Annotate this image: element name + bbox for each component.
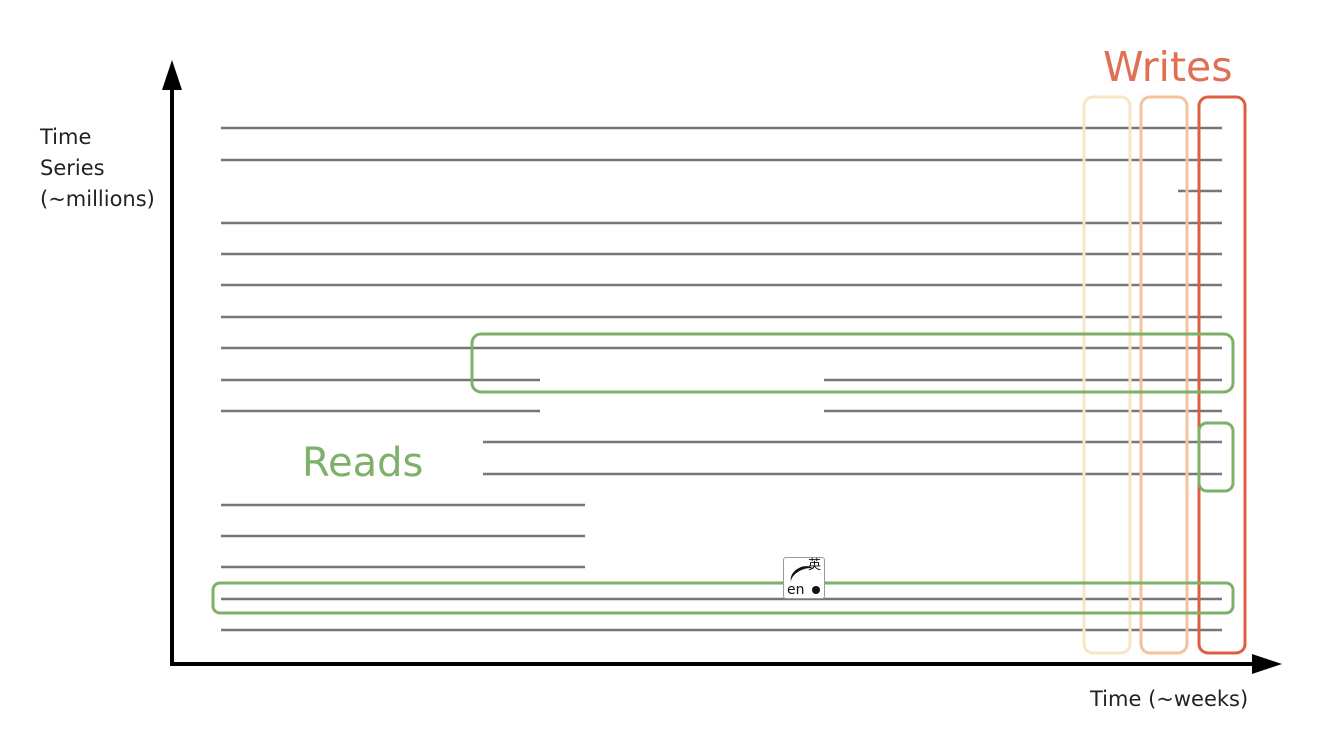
read-region-recent xyxy=(1197,421,1235,493)
y-axis-label: Time Series (~millions) xyxy=(40,122,155,215)
y-axis-arrowhead xyxy=(162,60,182,90)
x-axis-arrowhead xyxy=(1252,654,1282,674)
y-axis-label-line: Time xyxy=(40,125,92,149)
y-axis-label-line: (~millions) xyxy=(40,187,155,211)
write-window-oldest xyxy=(1082,95,1132,655)
write-window-middle xyxy=(1139,95,1189,655)
reads-label: Reads xyxy=(302,440,424,486)
reads-writes-diagram xyxy=(162,60,1282,674)
diagram-stage: Time Series (~millions) Time (~weeks) Re… xyxy=(0,0,1332,742)
translate-icon-latin: en xyxy=(787,582,805,598)
translate-icon-dot xyxy=(812,586,820,594)
writes-label: Writes xyxy=(1103,43,1233,91)
translate-icon[interactable]: 英 en xyxy=(783,557,825,599)
read-region-range-query xyxy=(470,332,1235,394)
x-axis-label: Time (~weeks) xyxy=(1090,687,1249,711)
y-axis-label-line: Series xyxy=(40,156,105,180)
time-series-lines xyxy=(221,126,1222,632)
write-window-current xyxy=(1197,95,1247,655)
